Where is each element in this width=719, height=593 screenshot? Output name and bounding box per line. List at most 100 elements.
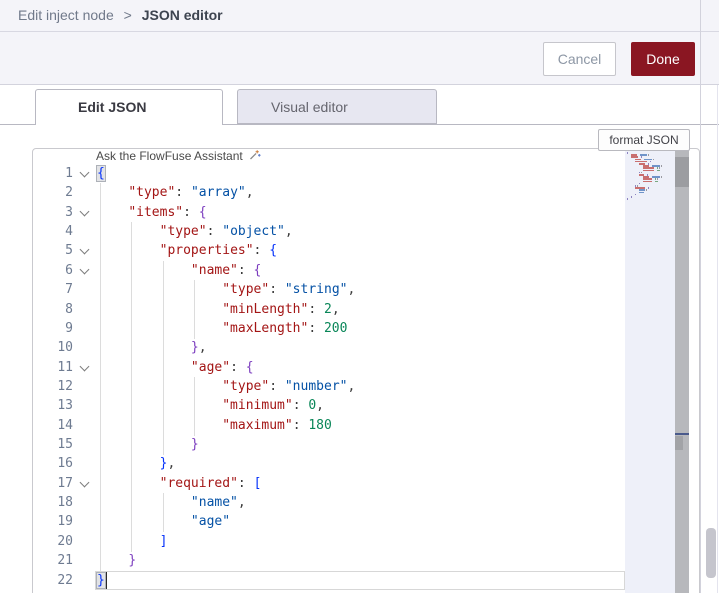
line-number: 4 [65,224,73,240]
minimap-line-mark [627,198,628,200]
minimap-line-mark [646,189,647,192]
assistant-hint-label: Ask the FlowFuse Assistant [96,149,243,163]
code-line[interactable]: 10 }, [33,338,625,359]
format-json-button[interactable]: format JSON [598,129,690,151]
code-line[interactable]: 5 "properties": { [33,241,625,262]
minimap-line-mark [635,193,636,196]
line-number: 9 [65,320,73,336]
chevron-down-icon[interactable] [79,477,90,488]
code-text: "name", [190,495,246,511]
code-line[interactable]: 11 "age": { [33,357,625,378]
editor-scrollbar-track[interactable] [675,149,689,593]
code-line[interactable]: 4 "type": "object", [33,222,625,243]
minimap-line-mark [639,191,644,194]
code-line[interactable]: 7 "type": "string", [33,280,625,301]
line-number: 1 [65,166,73,181]
code-text: "type": "array", [128,185,254,201]
done-button[interactable]: Done [631,42,695,76]
code-text: "properties": { [159,243,278,259]
code-text: }, [190,340,207,356]
code-line[interactable]: 8 "minLength": 2, [33,299,625,320]
assistant-hint[interactable]: Ask the FlowFuse Assistant [96,149,261,164]
code-line[interactable]: 21 } [33,551,625,572]
line-number: 18 [57,495,73,511]
editor-scrollbar-thumb[interactable] [675,157,689,187]
code-line[interactable]: 20 ] [33,531,625,552]
code-line[interactable]: 14 "maximum": 180 [33,415,625,436]
code-line[interactable]: 3 "items": { [33,202,625,223]
code-text: "minLength": 2, [222,301,340,317]
line-number: 15 [57,437,73,453]
line-number: 21 [57,553,73,569]
line-number: 11 [57,359,73,375]
code-text: "name": { [190,262,262,278]
code-line[interactable]: 6 "name": { [33,260,625,281]
code-line[interactable]: 1{ [33,164,625,184]
minimap-line-mark [653,158,654,161]
code-text: "items": { [128,204,207,220]
line-number: 8 [65,301,73,317]
code-text: "age" [190,514,231,530]
current-line-highlight [95,570,625,590]
minimap-line-mark [643,180,652,183]
overview-ruler-cursor-marker [675,433,689,435]
breadcrumb: Edit inject node > JSON editor [0,0,719,32]
code-text: ] [159,533,168,549]
line-number: 7 [65,282,73,298]
json-editor-dialog: Edit inject node > JSON editor Cancel Do… [0,0,719,593]
code-text: "required": [ [159,475,262,491]
minimap[interactable] [625,149,675,593]
minimap-line-mark [657,169,660,172]
dialog-scrollbar-thumb[interactable] [706,528,716,578]
dialog-toolbar: Cancel Done [0,32,719,85]
code-line[interactable]: 13 "minimum": 0, [33,396,625,417]
code-line[interactable]: 9 "maxLength": 200 [33,318,625,339]
tab-bar: Edit JSON Visual editor [0,85,719,125]
code-line[interactable]: 18 "name", [33,493,625,514]
chevron-down-icon[interactable] [79,244,90,255]
minimap-line-mark [650,160,651,163]
breadcrumb-separator: > [123,7,132,23]
code-text: "type": "object", [159,224,293,240]
line-number: 10 [57,340,73,356]
line-number: 3 [65,204,73,220]
code-text: "maximum": 180 [222,417,332,433]
line-number: 17 [57,475,73,491]
tab-edit-json[interactable]: Edit JSON [35,89,223,125]
code-line[interactable]: 22} [33,570,625,591]
line-number: 12 [57,378,73,394]
code-line[interactable]: 19 "age" [33,512,625,533]
chevron-down-icon[interactable] [79,167,90,178]
chevron-down-icon[interactable] [79,264,90,275]
minimap-line-mark [641,156,642,159]
chevron-down-icon[interactable] [79,361,90,372]
chevron-down-icon[interactable] [79,206,90,217]
minimap-line-mark [661,165,662,167]
code-text: } [190,437,199,453]
minimap-line-mark [655,180,658,183]
code-line[interactable]: 16 }, [33,454,625,475]
code-text: "type": "string", [222,282,356,298]
code-text: { [96,165,106,182]
dialog-right-edge [717,85,718,593]
code-text: "maxLength": 200 [222,320,348,336]
line-number: 20 [57,533,73,549]
code-line[interactable]: 15 } [33,435,625,456]
line-number: 5 [65,243,73,259]
minimap-line-mark [648,154,649,156]
code-line[interactable]: 12 "type": "number", [33,376,625,397]
text-cursor [105,571,108,589]
minimap-line-mark [643,169,654,172]
tab-visual-editor[interactable]: Visual editor [237,89,437,124]
cancel-button[interactable]: Cancel [543,42,616,76]
code-line[interactable]: 17 "required": [ [33,473,625,494]
breadcrumb-node: Edit inject node [18,7,114,23]
minimap-line-mark [631,196,632,198]
dialog-scrollbar-border [700,0,701,593]
line-number: 6 [65,262,73,278]
minimap-line-mark [661,176,662,178]
overview-ruler-marker [675,436,683,450]
code-editor[interactable]: Ask the FlowFuse Assistant 1{2 "type": "… [32,148,700,593]
code-line[interactable]: 2 "type": "array", [33,183,625,204]
code-text: } [128,553,137,569]
